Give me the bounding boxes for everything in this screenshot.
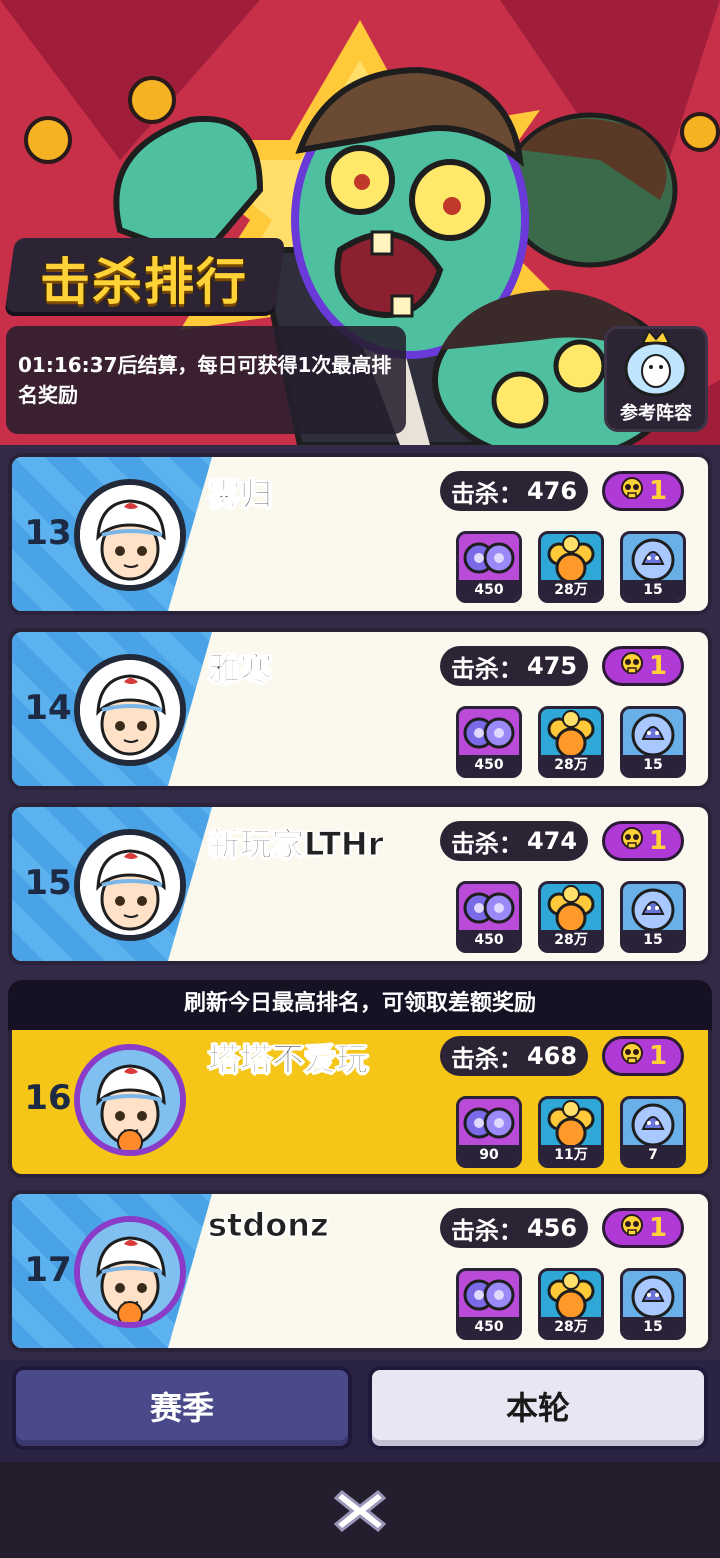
player-name: 雾归: [207, 475, 273, 514]
badge-count: 1: [648, 1213, 668, 1243]
refresh-hint-bar: 刷新今日最高排名，可领取差额奖励: [8, 980, 712, 1030]
ghost-crown-icon: [624, 329, 688, 397]
reward-amount: 28万: [541, 580, 601, 600]
reward-amount: 15: [623, 930, 683, 950]
rank-number: 15: [24, 863, 72, 903]
kills-label: 击杀：: [450, 1216, 523, 1245]
skull-medal-icon: [619, 476, 645, 506]
close-icon: [333, 1490, 387, 1532]
reward-item[interactable]: 450: [456, 1268, 522, 1340]
player-name: 新玩家LTHr: [208, 825, 384, 864]
reward-item[interactable]: 450: [456, 706, 522, 778]
leaderboard-row[interactable]: 13 雾归 击杀： 476 1 450 28万 15: [8, 453, 712, 615]
skull-badge[interactable]: 1: [602, 1036, 684, 1076]
badge-count: 1: [648, 651, 668, 681]
leaderboard-row[interactable]: 16 塔塔不爱玩 击杀： 468 1 90 11万 7: [8, 1018, 712, 1178]
player-avatar[interactable]: [74, 829, 186, 941]
reward-amount: 15: [623, 580, 683, 600]
player-name: stdonz: [208, 1206, 330, 1245]
badge-count: 1: [648, 476, 668, 506]
skull-medal-icon: [619, 826, 645, 856]
reward-amount: 28万: [541, 755, 601, 775]
banner: 击杀排行 01:16:37后结算，每日可获得1次最高排名奖励 参考阵容: [0, 0, 720, 445]
reward-amount: 450: [459, 580, 519, 600]
player-name: 雅寒: [207, 650, 273, 689]
rank-number: 14: [24, 688, 72, 728]
player-avatar[interactable]: [74, 479, 186, 591]
kill-count: 击杀： 468: [440, 1036, 588, 1076]
player-avatar[interactable]: [74, 1216, 186, 1328]
skull-medal-icon: [619, 651, 645, 681]
kill-count: 击杀： 476: [440, 471, 588, 511]
player-avatar[interactable]: [74, 1044, 186, 1156]
reward-amount: 11万: [541, 1145, 601, 1165]
reward-item[interactable]: 28万: [538, 881, 604, 953]
reward-item[interactable]: 28万: [538, 1268, 604, 1340]
reward-item[interactable]: 15: [620, 1268, 686, 1340]
kill-count: 击杀： 456: [440, 1208, 588, 1248]
reward-list: 450 28万 15: [456, 1268, 688, 1340]
reward-amount: 15: [623, 1317, 683, 1337]
skull-badge[interactable]: 1: [602, 821, 684, 861]
close-button[interactable]: [330, 1486, 390, 1536]
player-name: 塔塔不爱玩: [207, 1040, 369, 1079]
reward-amount: 450: [459, 1317, 519, 1337]
reward-item[interactable]: 450: [456, 881, 522, 953]
leaderboard-row[interactable]: 17 stdonz 击杀： 456 1 450 28万 15: [8, 1190, 712, 1352]
rank-number: 16: [24, 1078, 72, 1118]
page-title: 击杀排行: [40, 253, 248, 311]
skull-medal-icon: [619, 1213, 645, 1243]
player-avatar[interactable]: [74, 654, 186, 766]
reward-item[interactable]: 11万: [538, 1096, 604, 1168]
leaderboard-row[interactable]: 15 新玩家LTHr 击杀： 474 1 450 28万 15: [8, 803, 712, 965]
tab-current-round[interactable]: 本轮: [368, 1366, 708, 1450]
kills-label: 击杀：: [450, 654, 523, 683]
settlement-notice: 01:16:37后结算，每日可获得1次最高排名奖励: [18, 353, 392, 407]
lineup-label: 参考阵容: [620, 403, 692, 424]
kills-label: 击杀：: [450, 479, 523, 508]
reward-item[interactable]: 28万: [538, 531, 604, 603]
reward-amount: 90: [459, 1145, 519, 1165]
leaderboard-row[interactable]: 14 雅寒 击杀： 475 1 450 28万 15: [8, 628, 712, 790]
kills-value: 474: [526, 827, 578, 855]
reward-list: 450 28万 15: [456, 531, 688, 603]
reward-amount: 450: [459, 755, 519, 775]
skull-badge[interactable]: 1: [602, 471, 684, 511]
kills-value: 476: [526, 477, 578, 505]
badge-count: 1: [648, 1041, 668, 1071]
skull-medal-icon: [619, 1041, 645, 1071]
badge-count: 1: [648, 826, 668, 856]
kill-count: 击杀： 475: [440, 646, 588, 686]
reward-item[interactable]: 450: [456, 531, 522, 603]
reward-list: 450 28万 15: [456, 881, 688, 953]
rank-number: 17: [24, 1250, 72, 1290]
reward-item[interactable]: 15: [620, 531, 686, 603]
kills-value: 468: [526, 1042, 578, 1070]
reward-item[interactable]: 7: [620, 1096, 686, 1168]
tab-season[interactable]: 赛季: [12, 1366, 352, 1450]
reward-item[interactable]: 90: [456, 1096, 522, 1168]
reward-amount: 28万: [541, 1317, 601, 1337]
skull-badge[interactable]: 1: [602, 1208, 684, 1248]
skull-badge[interactable]: 1: [602, 646, 684, 686]
kills-value: 475: [526, 652, 578, 680]
kills-label: 击杀：: [450, 1044, 523, 1073]
kills-value: 456: [526, 1214, 578, 1242]
kill-count: 击杀： 474: [440, 821, 588, 861]
reward-amount: 7: [623, 1145, 683, 1165]
reward-list: 90 11万 7: [456, 1096, 688, 1168]
reward-amount: 15: [623, 755, 683, 775]
kills-label: 击杀：: [450, 829, 523, 858]
reward-item[interactable]: 15: [620, 881, 686, 953]
reward-list: 450 28万 15: [456, 706, 688, 778]
reward-item[interactable]: 28万: [538, 706, 604, 778]
reference-lineup-button[interactable]: 参考阵容: [604, 326, 708, 432]
reward-item[interactable]: 15: [620, 706, 686, 778]
reward-amount: 28万: [541, 930, 601, 950]
reward-amount: 450: [459, 930, 519, 950]
rank-number: 13: [24, 513, 72, 553]
